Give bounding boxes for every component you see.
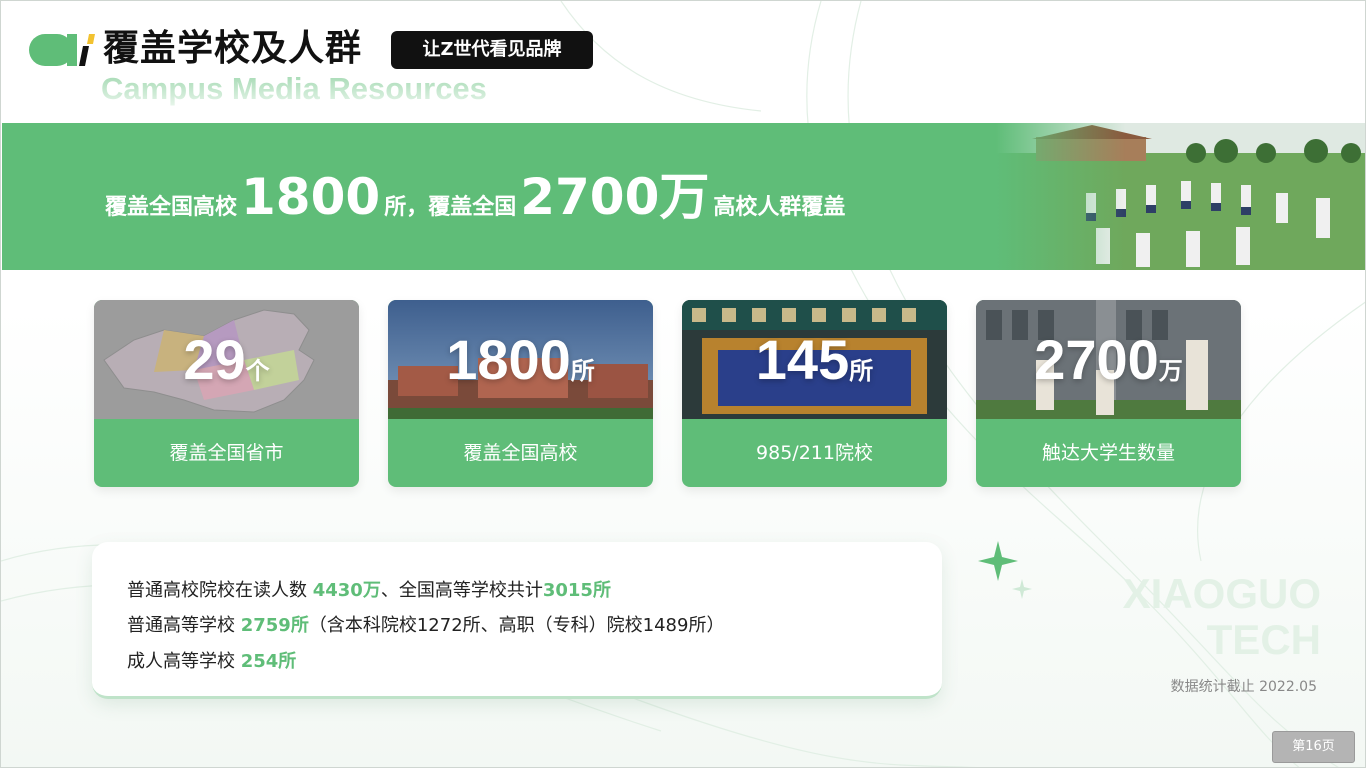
headline-number-people: 2700万 bbox=[520, 168, 710, 226]
students-field-photo bbox=[996, 123, 1365, 270]
stat-label: 覆盖全国高校 bbox=[463, 442, 578, 464]
stat-value: 29个 bbox=[183, 328, 270, 391]
stat-label: 触达大学生数量 bbox=[1041, 442, 1175, 464]
page-subtitle: Campus Media Resources bbox=[101, 71, 487, 106]
coverage-banner: 覆盖全国高校1800 所，覆盖全国2700万 高校人群覆盖 bbox=[2, 123, 1365, 270]
stat-value: 145所 bbox=[755, 328, 874, 391]
headline-number-schools: 1800 bbox=[241, 168, 381, 226]
sparkle-icon bbox=[978, 541, 1032, 599]
info-line-2: 普通高等学校 2759所（含本科院校1272所、高职（专科）院校1489所） bbox=[127, 615, 725, 636]
stat-card-students: 2700万 触达大学生数量 bbox=[976, 300, 1241, 487]
headline-prefix: 覆盖全国高校 bbox=[105, 195, 238, 220]
statistics-info-box: 普通高校院校在读人数 4430万、全国高等学校共计3015所 普通高等学校 27… bbox=[92, 542, 942, 699]
headline-middle: 所，覆盖全国 bbox=[384, 195, 517, 220]
stat-label: 覆盖全国省市 bbox=[169, 442, 284, 464]
info-line-3: 成人高等学校 254所 bbox=[127, 651, 297, 672]
coverage-headline: 覆盖全国高校1800 所，覆盖全国2700万 高校人群覆盖 bbox=[105, 169, 845, 237]
stat-card-985-211: 145所 985/211院校 bbox=[682, 300, 947, 487]
info-line-1: 普通高校院校在读人数 4430万、全国高等学校共计3015所 bbox=[127, 580, 611, 601]
stat-label: 985/211院校 bbox=[756, 442, 873, 464]
stat-value: 2700万 bbox=[1034, 328, 1183, 391]
stat-value: 1800所 bbox=[446, 328, 595, 391]
stat-card-provinces: 29个 覆盖全国省市 bbox=[94, 300, 359, 487]
headline-suffix: 高校人群覆盖 bbox=[713, 195, 846, 220]
slide: 覆盖学校及人群 让Z世代看见品牌 Campus Media Resources bbox=[0, 0, 1366, 768]
page-number-button[interactable]: 第16页 bbox=[1272, 731, 1355, 763]
stat-card-universities: 1800所 覆盖全国高校 bbox=[388, 300, 653, 487]
brand-watermark: XIAOGUO TECH bbox=[1122, 570, 1321, 663]
slogan-badge: 让Z世代看见品牌 bbox=[391, 31, 593, 69]
brand-logo-icon bbox=[29, 34, 95, 66]
data-date-note: 数据统计截止 2022.05 bbox=[1170, 679, 1317, 695]
page-title: 覆盖学校及人群 bbox=[103, 28, 363, 69]
